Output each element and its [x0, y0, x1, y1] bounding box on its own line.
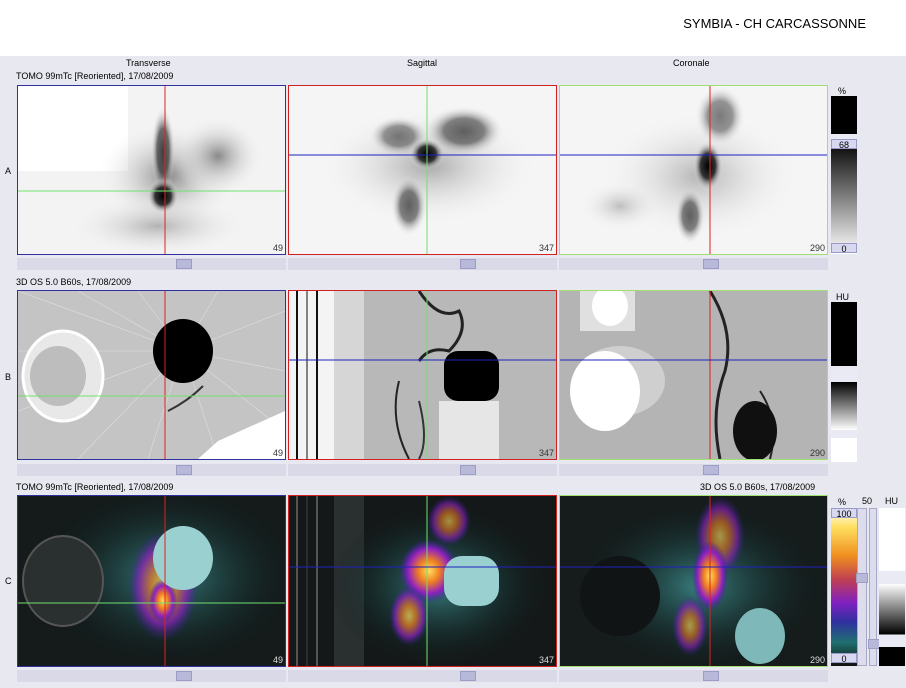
scroll-thumb[interactable] — [176, 671, 192, 681]
slice-number-c-coronal: 290 — [809, 655, 825, 665]
fusion-coronal-image — [560, 496, 827, 666]
viewport-a-coronal[interactable]: 290 — [559, 85, 828, 255]
row-b-coronal-scrollbar[interactable] — [559, 464, 828, 476]
row-b-sagittal-scrollbar[interactable] — [288, 464, 557, 476]
row-c-blend-value: 50 — [862, 496, 873, 506]
viewport-c-coronal[interactable]: 290 — [559, 495, 828, 667]
row-c-scale-unit: % — [838, 497, 847, 507]
row-c-label: C — [5, 576, 12, 586]
slice-number-a-sagittal: 347 — [538, 243, 554, 253]
row-a-grayscale-bar[interactable] — [831, 96, 857, 254]
row-a-label: A — [5, 166, 12, 176]
row-c-opacity-slider-thumb[interactable] — [856, 573, 868, 583]
row-c-series-label-left: TOMO 99mTc [Reoriented], 17/08/2009 — [16, 482, 174, 492]
slice-number-b-coronal: 290 — [809, 448, 825, 458]
spect-sagittal-image — [289, 86, 556, 254]
row-b-transverse-scrollbar[interactable] — [17, 464, 286, 476]
slice-number-c-sagittal: 347 — [538, 655, 554, 665]
ct-sagittal-image — [289, 291, 556, 459]
row-c-opacity-slider-track[interactable] — [856, 508, 868, 666]
viewport-b-transverse[interactable]: 49 — [17, 290, 286, 460]
slice-number-b-sagittal: 347 — [538, 448, 554, 458]
column-header-sagittal: Sagittal — [407, 58, 438, 68]
row-c-scale-min[interactable]: 0 — [831, 653, 857, 664]
viewport-a-transverse[interactable]: 49 — [17, 85, 286, 255]
row-a-series-label: TOMO 99mTc [Reoriented], 17/08/2009 — [16, 71, 174, 81]
row-c-coronal-scrollbar[interactable] — [559, 670, 828, 682]
row-c-scale-max[interactable]: 100 — [831, 508, 857, 519]
row-a-transverse-scrollbar[interactable] — [17, 258, 286, 270]
slice-number-a-coronal: 290 — [809, 243, 825, 253]
row-c-window-slider-track[interactable] — [868, 508, 880, 666]
ct-transverse-image — [18, 291, 285, 459]
row-a-scale-unit: % — [838, 86, 847, 96]
scroll-thumb[interactable] — [703, 259, 719, 269]
row-c-series-label-right: 3D OS 5.0 B60s, 17/08/2009 — [700, 482, 816, 492]
fusion-transverse-image — [18, 496, 285, 666]
row-b-label: B — [5, 372, 12, 382]
viewport-a-sagittal[interactable]: 347 — [288, 85, 557, 255]
row-a-coronal-scrollbar[interactable] — [559, 258, 828, 270]
column-header-coronal: Coronale — [673, 58, 710, 68]
row-c-ct-grayscale-bar[interactable] — [879, 508, 905, 666]
spect-transverse-image — [18, 86, 285, 254]
scroll-thumb[interactable] — [460, 671, 476, 681]
row-b-grayscale-bar[interactable] — [831, 302, 857, 462]
row-c-sagittal-scrollbar[interactable] — [288, 670, 557, 682]
scroll-thumb[interactable] — [176, 259, 192, 269]
viewport-b-sagittal[interactable]: 347 — [288, 290, 557, 460]
scroll-thumb[interactable] — [176, 465, 192, 475]
fusion-sagittal-image — [289, 496, 556, 666]
spect-coronal-image — [560, 86, 827, 254]
row-b-scale-unit: HU — [836, 292, 849, 302]
row-c-hot-colorbar[interactable] — [831, 508, 857, 666]
row-c-ct-unit: HU — [885, 496, 898, 506]
ct-coronal-image — [560, 291, 827, 459]
slice-number-a-transverse: 49 — [272, 243, 283, 253]
app-header: SYMBIA - CH CARCASSONNE — [0, 0, 906, 56]
scroll-thumb[interactable] — [460, 465, 476, 475]
viewport-c-sagittal[interactable]: 347 — [288, 495, 557, 667]
scroll-thumb[interactable] — [460, 259, 476, 269]
slice-number-c-transverse: 49 — [272, 655, 283, 665]
viewport-c-transverse[interactable]: 49 — [17, 495, 286, 667]
row-a-scale-max[interactable]: 68 — [831, 139, 857, 150]
slice-number-b-transverse: 49 — [272, 448, 283, 458]
scroll-thumb[interactable] — [703, 671, 719, 681]
row-a-sagittal-scrollbar[interactable] — [288, 258, 557, 270]
row-c-transverse-scrollbar[interactable] — [17, 670, 286, 682]
header-title: SYMBIA - CH CARCASSONNE — [683, 16, 866, 31]
column-header-transverse: Transverse — [126, 58, 171, 68]
viewport-b-coronal[interactable]: 290 — [559, 290, 828, 460]
row-b-series-label: 3D OS 5.0 B60s, 17/08/2009 — [16, 277, 132, 287]
row-a-scale-min[interactable]: 0 — [831, 243, 857, 254]
scroll-thumb[interactable] — [703, 465, 719, 475]
